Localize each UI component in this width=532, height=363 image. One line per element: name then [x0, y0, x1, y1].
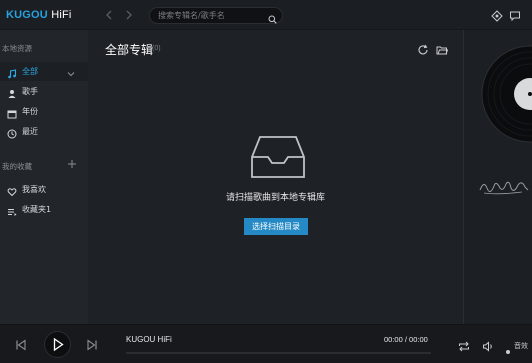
sidebar-item-artist[interactable]: 歌手 [0, 82, 88, 101]
sidebar-item-label: 歌手 [22, 87, 38, 96]
sidebar-item-year[interactable]: 年份 [0, 102, 88, 121]
music-note-icon [7, 66, 17, 79]
folder-icon[interactable] [436, 43, 449, 55]
sidebar-item-label: 最近 [22, 127, 38, 136]
play-button[interactable] [44, 331, 71, 358]
sidebar-item-label: 收藏夹1 [22, 205, 52, 214]
search-box [149, 7, 283, 24]
main-content: 全部专辑 (0) 请扫描歌曲到本地专辑库 选择扫描目录 [88, 30, 463, 324]
chevron-down-icon[interactable] [66, 66, 76, 77]
volume-icon[interactable] [482, 339, 494, 357]
sound-effect-label[interactable]: 音效 [514, 341, 528, 351]
search-input[interactable] [158, 9, 268, 22]
add-collection-icon[interactable] [67, 159, 77, 169]
clock-icon [7, 126, 17, 139]
sidebar-item-all[interactable]: 全部 [0, 62, 88, 81]
sidebar-item-playlist[interactable]: 收藏夹1 [0, 200, 88, 219]
calendar-icon [7, 106, 17, 119]
playlist-icon [7, 204, 17, 216]
player-bar: KUGOU HiFi 00:00 / 00:00 音效 [0, 324, 532, 363]
now-playing-panel [463, 30, 532, 324]
back-icon[interactable] [102, 8, 116, 22]
app-logo: KUGOU HiFi [6, 9, 72, 21]
sidebar: 本地资源 全部 歌手 年份 最近 我的收藏 我喜欢 收藏夹1 [0, 30, 88, 324]
empty-box-icon [248, 133, 308, 183]
skin-icon[interactable] [491, 9, 503, 22]
sidebar-item-favorites[interactable]: 我喜欢 [0, 180, 88, 199]
next-icon[interactable] [86, 338, 98, 356]
refresh-icon[interactable] [417, 43, 429, 55]
search-icon[interactable] [268, 11, 277, 29]
sidebar-item-label: 年份 [22, 107, 38, 116]
sidebar-item-label: 全部 [22, 67, 38, 76]
sidebar-item-recent[interactable]: 最近 [0, 122, 88, 141]
sidebar-item-label: 我喜欢 [22, 185, 46, 194]
empty-message: 请扫描歌曲到本地专辑库 [225, 193, 325, 203]
page-title: 全部专辑 [105, 43, 154, 57]
signature-icon [479, 181, 529, 195]
message-icon[interactable] [509, 9, 521, 22]
section-title-collection: 我的收藏 [2, 162, 32, 171]
track-title: KUGOU HiFi [126, 335, 172, 344]
play-icon [53, 337, 64, 352]
repeat-icon[interactable] [458, 339, 470, 357]
select-scan-directory-button[interactable]: 选择扫描目录 [244, 218, 308, 235]
heart-icon [7, 184, 17, 197]
title-bar: KUGOU HiFi [0, 0, 532, 30]
forward-icon[interactable] [122, 8, 136, 22]
section-title-local: 本地资源 [2, 44, 32, 53]
time-display: 00:00 / 00:00 [384, 335, 428, 344]
progress-bar[interactable] [126, 352, 431, 354]
person-icon [7, 86, 17, 98]
previous-icon[interactable] [15, 338, 27, 356]
album-count: (0) [152, 45, 161, 52]
sound-effect-icon[interactable] [505, 342, 511, 360]
vinyl-record-icon [481, 45, 532, 143]
